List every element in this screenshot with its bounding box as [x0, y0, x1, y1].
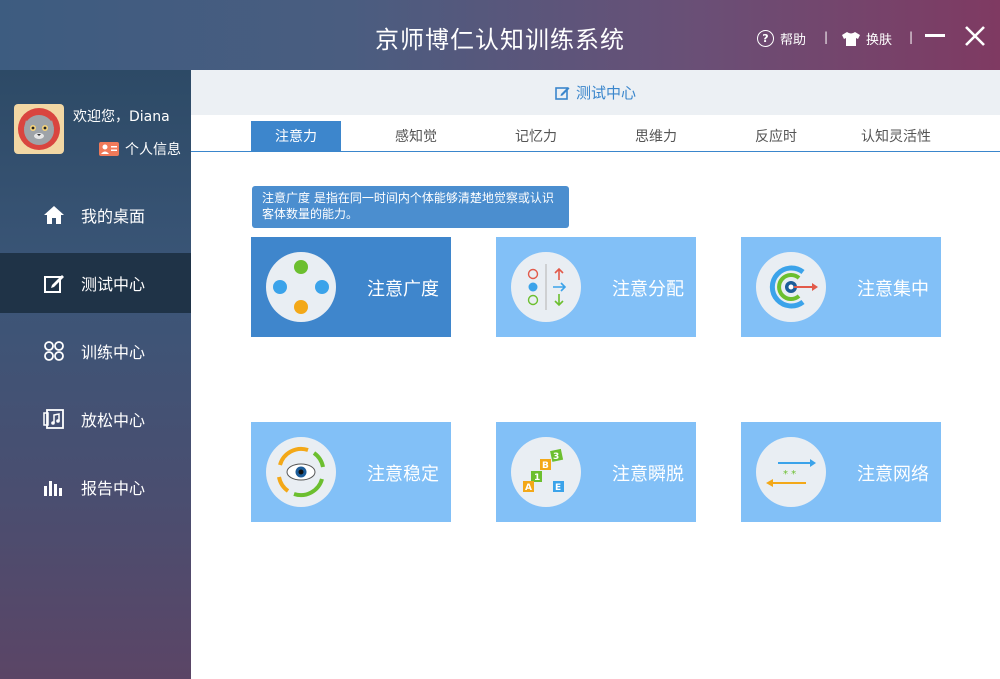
- card-label: 注意广度: [367, 279, 439, 300]
- sidebar: 欢迎您，Diana 个人信息 我的桌面 测试中心 训练中心 放松中心 报告中心: [0, 70, 191, 679]
- cat-avatar-icon: [18, 108, 60, 150]
- letter-blocks-icon: 3 B 1 A E: [511, 437, 581, 507]
- minimize-button[interactable]: [925, 34, 945, 37]
- card-attention-focus[interactable]: 注意集中: [741, 237, 941, 337]
- edit-icon: [43, 272, 65, 294]
- svg-text:3: 3: [553, 452, 559, 462]
- tab-thinking[interactable]: 思维力: [611, 121, 701, 151]
- sidebar-item-report-center[interactable]: 报告中心: [0, 457, 191, 517]
- skin-label: 换肤: [866, 33, 893, 48]
- card-label: 注意瞬脱: [612, 464, 684, 485]
- svg-text:B: B: [542, 461, 549, 471]
- help-icon: ?: [757, 30, 774, 47]
- category-tabs: 注意力 感知觉 记忆力 思维力 反应时 认知灵活性: [191, 115, 1000, 152]
- eye-cycle-icon: [266, 437, 336, 507]
- main-panel: 测试中心 注意力 感知觉 记忆力 思维力 反应时 认知灵活性 注意广度 是指在同…: [191, 70, 1000, 679]
- music-icon: [43, 408, 65, 430]
- skin-button[interactable]: 换肤: [842, 29, 892, 48]
- grid-icon: [43, 340, 65, 362]
- split-attention-icon: [511, 252, 581, 322]
- sidebar-item-label: 报告中心: [81, 479, 146, 498]
- card-attention-network[interactable]: * * 注意网络: [741, 422, 941, 522]
- sidebar-item-training-center[interactable]: 训练中心: [0, 321, 191, 381]
- card-label: 注意网络: [857, 464, 929, 485]
- section-title: 测试中心: [575, 84, 636, 102]
- tooltip: 注意广度 是指在同一时间内个体能够清楚地觉察或认识客体数量的能力。: [252, 186, 569, 228]
- tab-attention[interactable]: 注意力: [251, 121, 341, 151]
- sidebar-item-label: 放松中心: [81, 411, 146, 430]
- target-icon: [756, 252, 826, 322]
- sidebar-item-label: 测试中心: [81, 275, 146, 294]
- svg-text:1: 1: [534, 473, 540, 483]
- card-label: 注意分配: [612, 279, 684, 300]
- close-icon[interactable]: [963, 24, 987, 48]
- avatar[interactable]: [14, 104, 64, 154]
- card-attentional-blink[interactable]: 3 B 1 A E 注意瞬脱: [496, 422, 696, 522]
- welcome-text: 欢迎您，Diana: [73, 109, 170, 125]
- help-button[interactable]: ? 帮助: [757, 29, 806, 48]
- sidebar-item-label: 训练中心: [81, 343, 146, 362]
- edit-icon: [555, 87, 570, 100]
- card-attention-stability[interactable]: 注意稳定: [251, 422, 451, 522]
- bar-chart-icon: [43, 476, 65, 498]
- help-label: 帮助: [780, 33, 807, 48]
- separator: |: [824, 30, 829, 44]
- svg-text:A: A: [525, 483, 532, 493]
- dots-circle-icon: [266, 252, 336, 322]
- id-card-icon: [99, 142, 119, 156]
- profile-link[interactable]: 个人信息: [99, 139, 181, 159]
- home-icon: [43, 204, 65, 226]
- separator: |: [909, 30, 914, 44]
- card-attention-distribution[interactable]: 注意分配: [496, 237, 696, 337]
- tab-cognitive-flexibility[interactable]: 认知灵活性: [851, 121, 941, 151]
- section-header: 测试中心: [191, 70, 1000, 115]
- sidebar-item-test-center[interactable]: 测试中心: [0, 253, 191, 313]
- sidebar-item-label: 我的桌面: [81, 207, 146, 226]
- profile-label: 个人信息: [125, 142, 181, 158]
- tab-reaction-time[interactable]: 反应时: [731, 121, 821, 151]
- title-bar: 京师博仁认知训练系统 ? 帮助 | 换肤 |: [0, 0, 1000, 70]
- sidebar-item-relax-center[interactable]: 放松中心: [0, 389, 191, 449]
- card-attention-span[interactable]: 注意广度: [251, 237, 451, 337]
- svg-text:E: E: [555, 483, 561, 493]
- tab-memory[interactable]: 记忆力: [491, 121, 581, 151]
- sidebar-item-desktop[interactable]: 我的桌面: [0, 185, 191, 245]
- card-label: 注意集中: [857, 279, 929, 300]
- tab-perception[interactable]: 感知觉: [371, 121, 461, 151]
- card-label: 注意稳定: [367, 464, 439, 485]
- shirt-icon: [842, 31, 860, 46]
- svg-text:* *: * *: [783, 469, 796, 480]
- arrows-network-icon: * *: [756, 437, 826, 507]
